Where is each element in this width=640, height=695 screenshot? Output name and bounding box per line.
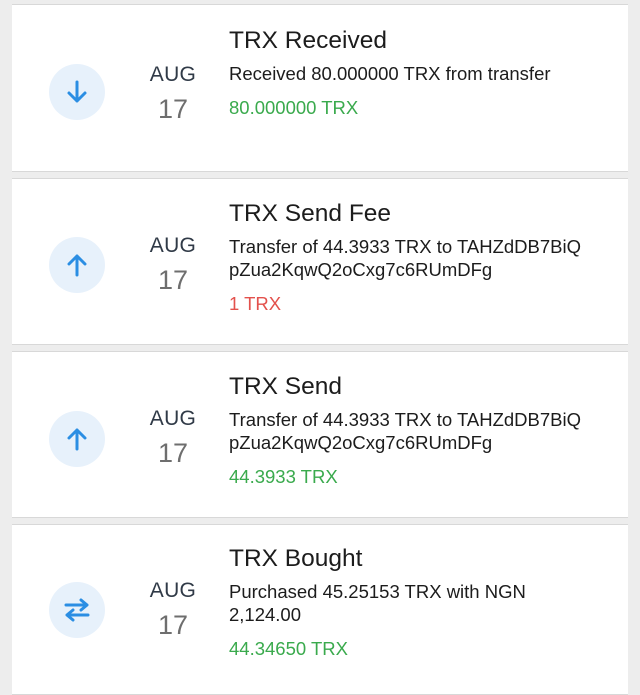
transaction-row[interactable]: AUG 17 TRX Received Received 80.000000 T…: [12, 4, 628, 172]
transaction-description: Purchased 45.25153 TRX with NGN 2,124.00: [229, 581, 526, 625]
transaction-date: AUG 17: [132, 233, 214, 297]
transaction-details: TRX Received Received 80.000000 TRX from…: [229, 26, 615, 119]
date-month: AUG: [149, 63, 197, 86]
transaction-row[interactable]: AUG 17 TRX Send Fee Transfer of 44.3933 …: [12, 178, 628, 345]
transaction-row[interactable]: AUG 17 TRX Bought Purchased 45.25153 TRX…: [12, 524, 628, 695]
transaction-details: TRX Send Transfer of 44.3933 TRX to TAHZ…: [229, 372, 615, 488]
transaction-date: AUG 17: [132, 62, 214, 126]
transaction-amount: 44.34650 TRX: [229, 638, 348, 659]
transaction-title: TRX Send: [229, 373, 343, 400]
transaction-description: Received 80.000000 TRX from transfer: [229, 63, 551, 84]
date-day: 17: [157, 94, 189, 124]
transaction-title: TRX Received: [229, 27, 387, 54]
transaction-row[interactable]: AUG 17 TRX Send Transfer of 44.3933 TRX …: [12, 351, 628, 518]
arrow-up-icon: [49, 411, 105, 467]
transaction-date: AUG 17: [132, 578, 214, 642]
swap-icon: [49, 582, 105, 638]
transaction-details: TRX Bought Purchased 45.25153 TRX with N…: [229, 544, 615, 660]
date-day: 17: [157, 610, 189, 640]
transaction-description: Transfer of 44.3933 TRX to TAHZdDB7BiQ p…: [229, 236, 581, 280]
transaction-details: TRX Send Fee Transfer of 44.3933 TRX to …: [229, 199, 615, 315]
transaction-description: Transfer of 44.3933 TRX to TAHZdDB7BiQ p…: [229, 409, 581, 453]
date-month: AUG: [149, 234, 197, 257]
transaction-amount: 44.3933 TRX: [229, 466, 338, 487]
date-day: 17: [157, 265, 189, 295]
arrow-up-icon: [49, 237, 105, 293]
transaction-date: AUG 17: [132, 406, 214, 470]
transaction-amount: 1 TRX: [229, 293, 282, 314]
transaction-amount: 80.000000 TRX: [229, 97, 359, 118]
date-month: AUG: [149, 407, 197, 430]
transaction-title: TRX Send Fee: [229, 200, 392, 227]
arrow-down-icon: [49, 64, 105, 120]
transaction-list: AUG 17 TRX Received Received 80.000000 T…: [0, 0, 640, 695]
date-day: 17: [157, 438, 189, 468]
transaction-title: TRX Bought: [229, 545, 363, 572]
date-month: AUG: [149, 579, 197, 602]
